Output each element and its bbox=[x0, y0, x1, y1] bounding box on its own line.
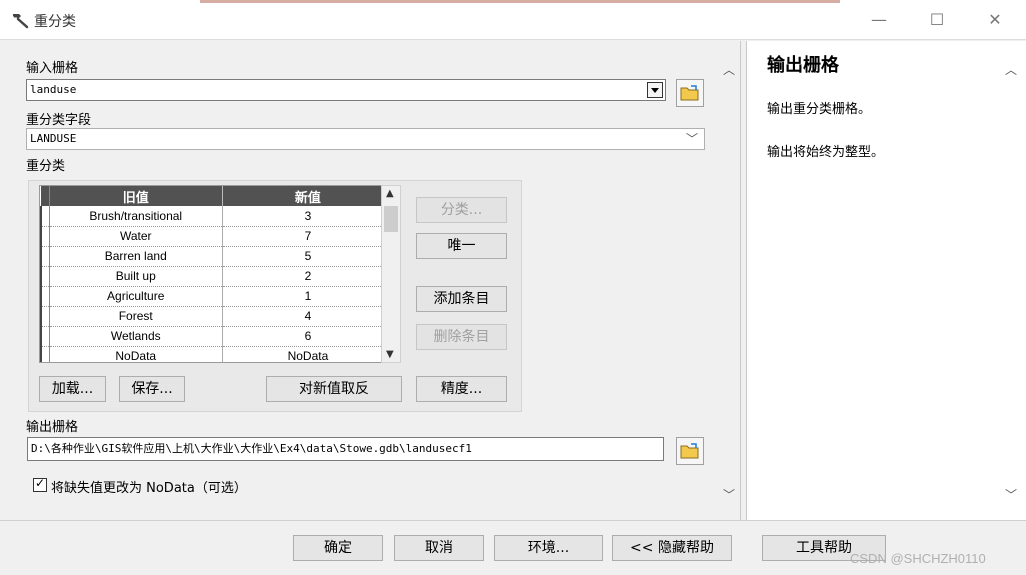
input-raster-combo[interactable]: landuse bbox=[26, 79, 666, 101]
chevron-down-icon[interactable]: ﹀ bbox=[686, 129, 698, 149]
output-raster-label: 输出栅格 bbox=[26, 420, 79, 435]
precision-button[interactable]: 精度... bbox=[416, 376, 507, 402]
maximize-button[interactable]: ☐ bbox=[914, 6, 960, 34]
old-value-cell: Brush/transitional bbox=[49, 206, 223, 227]
input-raster-label: 输入栅格 bbox=[26, 61, 79, 76]
reclass-field-value: LANDUSE bbox=[30, 132, 77, 145]
table-row[interactable]: NoData NoData bbox=[40, 346, 392, 362]
button-bar: 确定 取消 环境... << 隐藏帮助 工具帮助 CSDN @SHCHZH011… bbox=[0, 520, 1026, 575]
folder-icon bbox=[680, 85, 699, 101]
old-value-cell: NoData bbox=[49, 346, 223, 362]
reverse-new-values-button[interactable]: 对新值取反 bbox=[266, 376, 402, 402]
folder-icon bbox=[680, 443, 699, 459]
table-scrollbar[interactable]: ▲ ▼ bbox=[381, 185, 401, 363]
new-value-cell[interactable]: 1 bbox=[222, 286, 392, 307]
table-row[interactable]: Brush/transitional 3 bbox=[40, 206, 392, 227]
help-paragraph: 输出重分类栅格。 bbox=[767, 102, 872, 117]
parameters-pane: 输入栅格 landuse ︿ 重分类字段 LANDUSE ﹀ 重分类 旧值 新值 bbox=[1, 41, 741, 520]
row-handle[interactable] bbox=[40, 306, 50, 327]
row-handle[interactable] bbox=[40, 326, 50, 347]
dropdown-arrow-icon[interactable] bbox=[647, 82, 663, 98]
new-value-cell[interactable]: 6 bbox=[222, 326, 392, 347]
reclass-label: 重分类 bbox=[26, 159, 66, 174]
hammer-icon bbox=[13, 14, 29, 29]
table-row[interactable]: Forest 4 bbox=[40, 306, 392, 327]
help-scroll-up-icon[interactable]: ︿ bbox=[1005, 61, 1017, 78]
nodata-checkbox[interactable] bbox=[33, 476, 47, 492]
open-input-folder-button[interactable] bbox=[676, 79, 704, 107]
save-button[interactable]: 保存... bbox=[119, 376, 185, 402]
new-value-cell[interactable]: NoData bbox=[222, 346, 392, 362]
table-row[interactable]: Agriculture 1 bbox=[40, 286, 392, 307]
environments-button[interactable]: 环境... bbox=[494, 535, 603, 561]
classify-button[interactable]: 分类... bbox=[416, 197, 507, 223]
column-header-old[interactable]: 旧值 bbox=[49, 186, 223, 206]
reclass-field-combo[interactable]: LANDUSE ﹀ bbox=[26, 128, 705, 150]
hide-help-button[interactable]: << 隐藏帮助 bbox=[612, 535, 732, 561]
help-title: 输出栅格 bbox=[767, 55, 839, 76]
row-header-corner bbox=[41, 186, 50, 206]
row-handle[interactable] bbox=[40, 286, 50, 307]
table-row[interactable]: Wetlands 6 bbox=[40, 326, 392, 347]
old-value-cell: Agriculture bbox=[49, 286, 223, 307]
scroll-up-arrow-icon[interactable]: ▲ bbox=[386, 188, 394, 199]
table-row[interactable]: Built up 2 bbox=[40, 266, 392, 287]
add-entry-button[interactable]: 添加条目 bbox=[416, 286, 507, 312]
reclass-group: 旧值 新值 Brush/transitional 3 Water 7 Barren … bbox=[28, 180, 522, 412]
close-button[interactable]: ✕ bbox=[972, 6, 1018, 34]
column-header-new[interactable]: 新值 bbox=[222, 186, 392, 206]
row-handle[interactable] bbox=[40, 346, 50, 362]
delete-entry-button[interactable]: 删除条目 bbox=[416, 324, 507, 350]
table-row[interactable]: Water 7 bbox=[40, 226, 392, 247]
ok-button[interactable]: 确定 bbox=[293, 535, 383, 561]
minimize-button[interactable]: — bbox=[856, 6, 902, 34]
window-title: 重分类 bbox=[34, 14, 76, 30]
load-button[interactable]: 加载... bbox=[39, 376, 106, 402]
title-bar: 重分类 — ☐ ✕ bbox=[0, 0, 1026, 40]
old-value-cell: Barren land bbox=[49, 246, 223, 267]
title-strip bbox=[200, 0, 840, 3]
new-value-cell[interactable]: 3 bbox=[222, 206, 392, 227]
table-row[interactable]: Barren land 5 bbox=[40, 246, 392, 267]
reclass-table[interactable]: 旧值 新值 Brush/transitional 3 Water 7 Barren … bbox=[39, 185, 393, 363]
new-value-cell[interactable]: 7 bbox=[222, 226, 392, 247]
row-handle[interactable] bbox=[40, 246, 50, 267]
output-raster-field[interactable]: D:\各种作业\GIS软件应用\上机\大作业\大作业\Ex4\data\Stow… bbox=[27, 437, 664, 461]
scroll-thumb[interactable] bbox=[384, 206, 398, 232]
old-value-cell: Wetlands bbox=[49, 326, 223, 347]
old-value-cell: Built up bbox=[49, 266, 223, 287]
new-value-cell[interactable]: 4 bbox=[222, 306, 392, 327]
scroll-up-icon[interactable]: ︿ bbox=[723, 61, 735, 78]
row-handle[interactable] bbox=[40, 226, 50, 247]
help-scroll-down-icon[interactable]: ﹀ bbox=[1005, 486, 1017, 503]
new-value-cell[interactable]: 5 bbox=[222, 246, 392, 267]
unique-button[interactable]: 唯一 bbox=[416, 233, 507, 259]
nodata-checkbox-label[interactable]: 将缺失值更改为 NoData（可选） bbox=[51, 477, 247, 496]
row-handle[interactable] bbox=[40, 266, 50, 287]
scroll-down-icon[interactable]: ﹀ bbox=[723, 486, 735, 503]
reclass-field-label: 重分类字段 bbox=[26, 113, 92, 128]
old-value-cell: Forest bbox=[49, 306, 223, 327]
cancel-button[interactable]: 取消 bbox=[394, 535, 484, 561]
scroll-down-arrow-icon[interactable]: ▼ bbox=[386, 349, 394, 360]
watermark: CSDN @SHCHZH0110 bbox=[850, 551, 986, 566]
help-paragraph: 输出将始终为整型。 bbox=[767, 145, 885, 160]
open-output-folder-button[interactable] bbox=[676, 437, 704, 465]
input-raster-value: landuse bbox=[30, 83, 77, 96]
old-value-cell: Water bbox=[49, 226, 223, 247]
help-pane: 输出栅格 输出重分类栅格。 输出将始终为整型。 ︿ ﹀ bbox=[746, 41, 1026, 520]
new-value-cell[interactable]: 2 bbox=[222, 266, 392, 287]
row-handle[interactable] bbox=[40, 206, 50, 227]
